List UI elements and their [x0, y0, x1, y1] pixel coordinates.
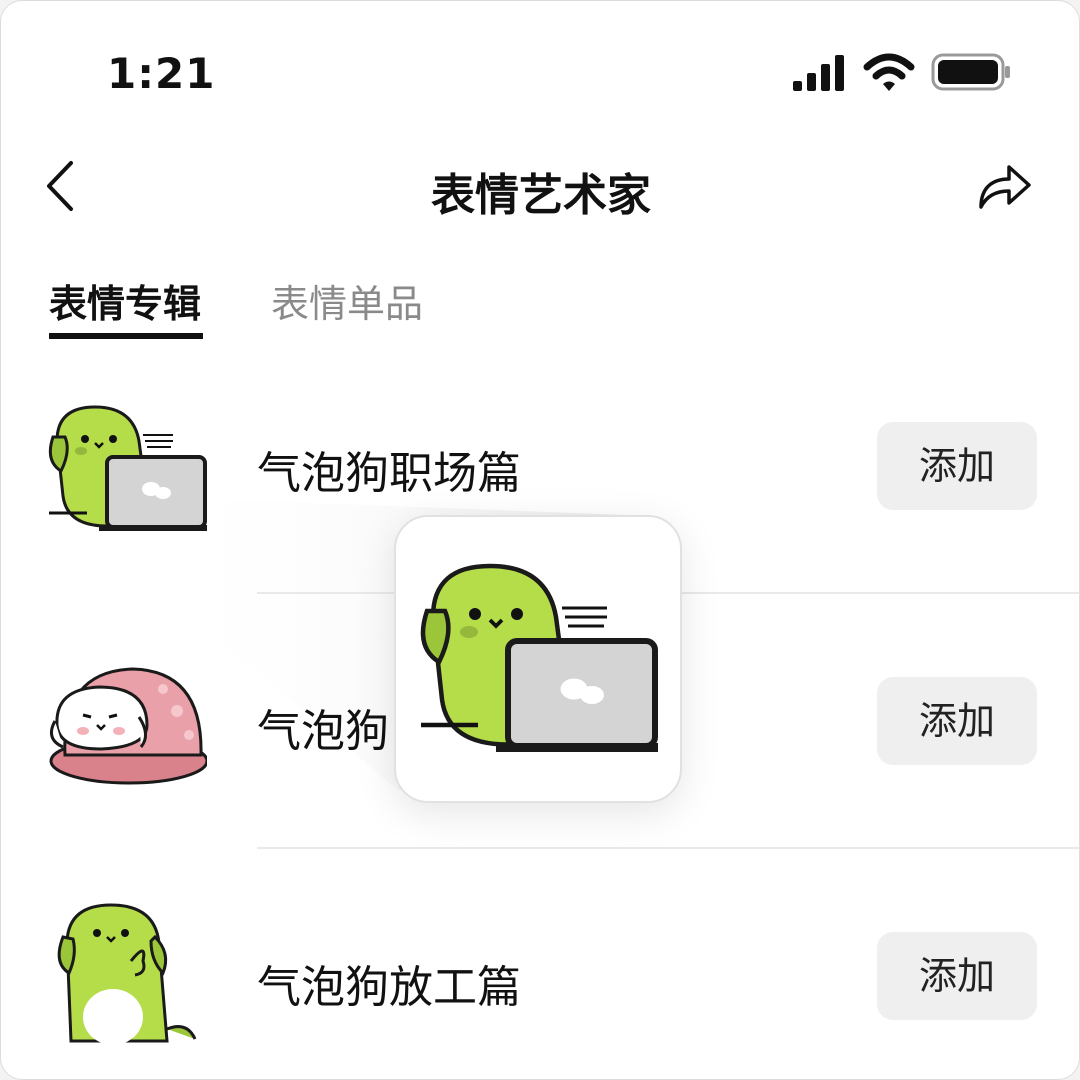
- signal-icon: [793, 55, 844, 91]
- add-button[interactable]: 添加: [877, 932, 1037, 1020]
- page-title: 表情艺术家: [431, 170, 651, 221]
- sticker-thumb-green-dog-laptop: [48, 405, 207, 531]
- sticker-thumb-white-dog-blanket: [49, 667, 207, 785]
- sticker-preview-green-dog-laptop: [420, 563, 658, 752]
- add-button[interactable]: 添加: [877, 422, 1037, 510]
- tab-singles[interactable]: 表情单品: [271, 273, 423, 328]
- sticker-preview-popup: [394, 515, 682, 803]
- active-tab-indicator: [49, 333, 203, 339]
- add-button[interactable]: 添加: [877, 677, 1037, 765]
- battery-icon: [931, 53, 1010, 91]
- status-time: 1:21: [107, 49, 216, 98]
- app-screen: 1:21 表情艺术家 表情专辑 表情单品 气泡狗职场篇 添加 气泡狗 添加 气泡…: [0, 0, 1080, 1080]
- album-name: 气泡狗放工篇: [257, 962, 521, 1013]
- sticker-thumb-green-dog-thinking: [57, 903, 197, 1045]
- row-divider: [257, 847, 1079, 849]
- tab-albums[interactable]: 表情专辑: [49, 273, 201, 328]
- share-arrow-icon[interactable]: [973, 155, 1033, 215]
- album-name: 气泡狗: [257, 706, 389, 757]
- wifi-icon: [863, 53, 915, 91]
- album-name: 气泡狗职场篇: [257, 448, 521, 499]
